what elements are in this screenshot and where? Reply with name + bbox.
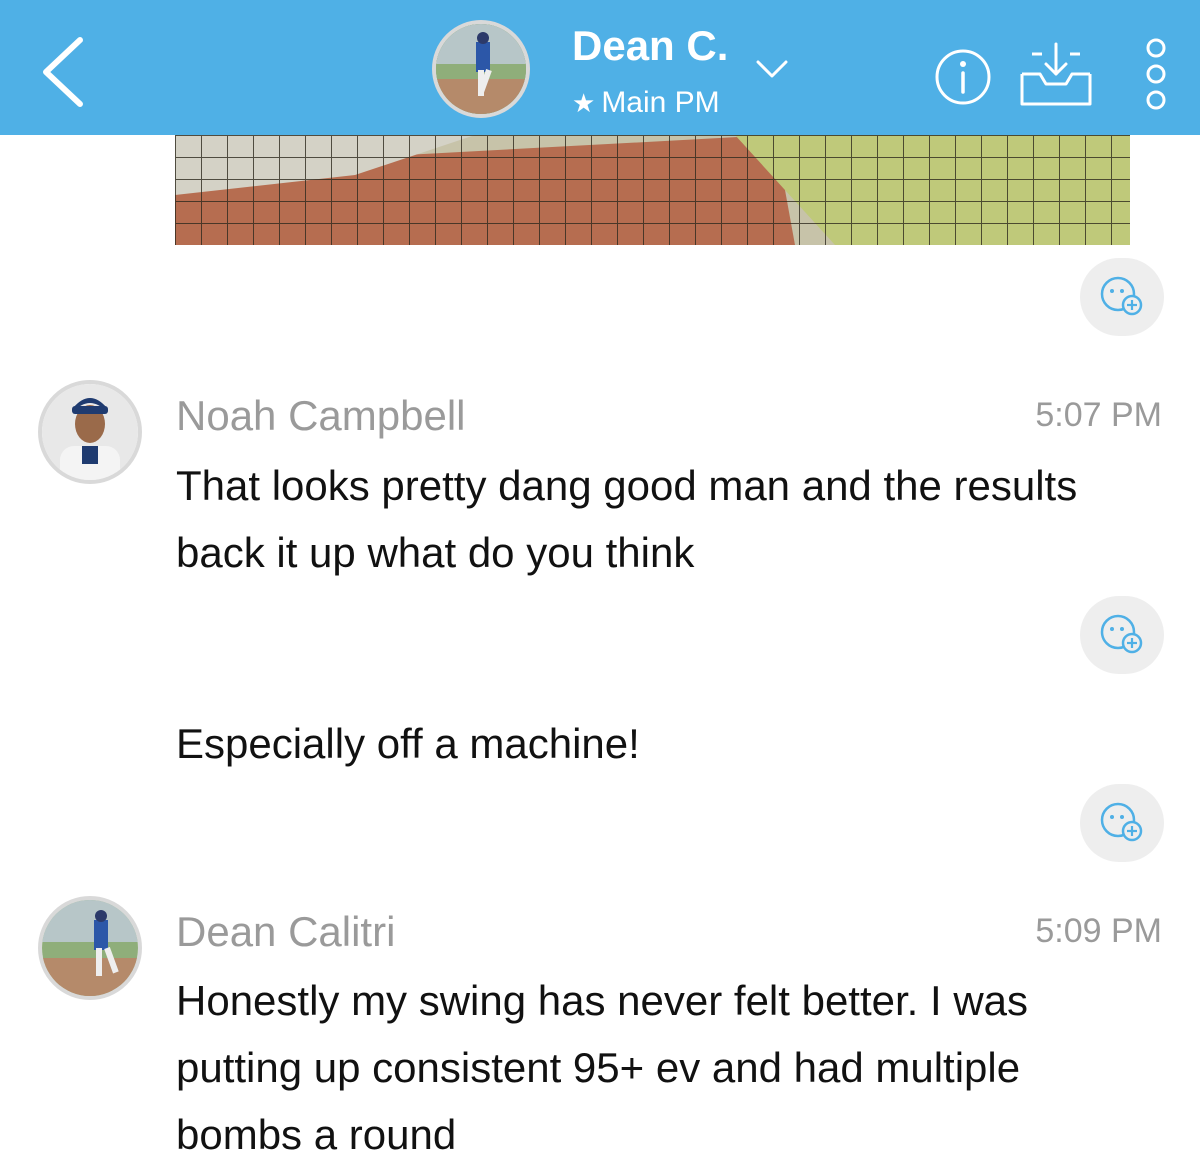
- smiley-plus-icon: [1100, 614, 1143, 654]
- sender-name: Noah Campbell: [176, 392, 466, 439]
- add-reaction-button[interactable]: [1080, 596, 1164, 674]
- inbox-download-icon[interactable]: [1018, 40, 1094, 108]
- image-attachment[interactable]: [175, 135, 1130, 245]
- message-text: Especially off a machine!: [176, 720, 640, 767]
- add-reaction-button[interactable]: [1080, 784, 1164, 862]
- contact-avatar[interactable]: [432, 20, 530, 118]
- avatar[interactable]: [38, 380, 142, 484]
- message-text: That looks pretty dang good man and the …: [176, 462, 1078, 576]
- star-icon: ★: [572, 88, 596, 118]
- subtitle-label: Main PM: [601, 86, 720, 119]
- message-timestamp: 5:07 PM: [1035, 396, 1162, 434]
- sender-name: Dean Calitri: [176, 908, 396, 955]
- back-chevron-icon[interactable]: [28, 30, 108, 110]
- smiley-plus-icon: [1100, 276, 1143, 316]
- conversation-subtitle: ★ Main PM: [572, 86, 720, 120]
- more-vertical-icon[interactable]: [1140, 38, 1172, 110]
- add-reaction-button[interactable]: [1080, 258, 1164, 336]
- chevron-down-icon[interactable]: [754, 56, 790, 82]
- chat-header: Dean C. ★ Main PM: [0, 0, 1200, 135]
- message-timestamp: 5:09 PM: [1035, 912, 1162, 950]
- contact-name[interactable]: Dean C.: [572, 22, 728, 70]
- message-text: Honestly my swing has never felt better.…: [176, 977, 1029, 1158]
- avatar[interactable]: [38, 896, 142, 1000]
- smiley-plus-icon: [1100, 802, 1143, 842]
- info-icon[interactable]: [934, 48, 992, 106]
